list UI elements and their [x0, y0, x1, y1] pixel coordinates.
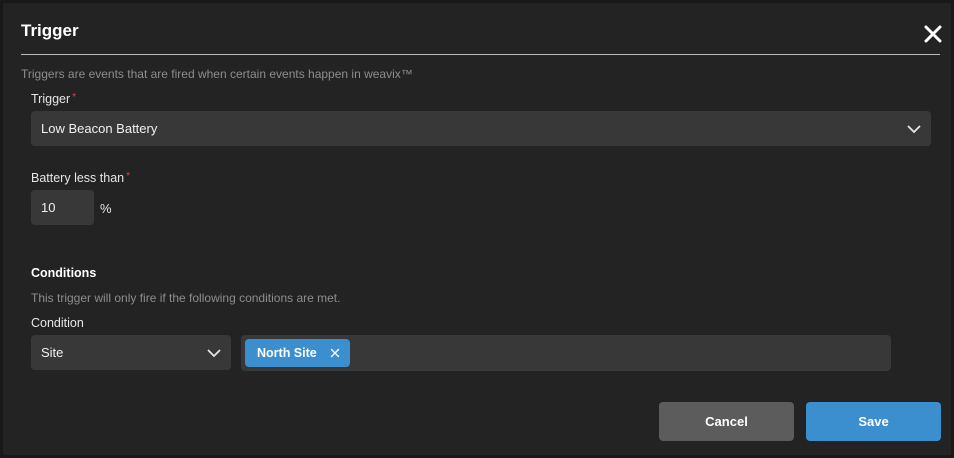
percent-unit: % [100, 201, 112, 216]
chevron-down-icon [907, 124, 921, 133]
required-mark: * [72, 92, 77, 103]
condition-tag: North Site [245, 339, 350, 367]
dialog-title: Trigger [21, 21, 79, 40]
condition-values-input[interactable]: North Site [241, 335, 891, 371]
title-divider [21, 54, 940, 55]
battery-threshold-input[interactable] [31, 190, 94, 225]
conditions-title: Conditions [31, 266, 97, 280]
battery-label-text: Battery less than [31, 171, 125, 185]
condition-label: Condition [31, 316, 84, 330]
remove-tag-icon[interactable] [330, 348, 340, 358]
trigger-dialog: Trigger Triggers are events that are fir… [0, 0, 954, 458]
save-button[interactable]: Save [806, 402, 941, 441]
cancel-button[interactable]: Cancel [659, 402, 794, 441]
battery-label: Battery less than * [31, 171, 130, 185]
close-icon[interactable] [921, 22, 945, 46]
condition-tag-label: North Site [257, 346, 317, 360]
trigger-select[interactable]: Low Beacon Battery [31, 111, 931, 146]
conditions-description: This trigger will only fire if the follo… [31, 291, 341, 305]
required-mark: * [126, 171, 131, 182]
condition-type-select[interactable]: Site [31, 335, 231, 370]
trigger-label: Trigger * [31, 92, 76, 106]
trigger-label-text: Trigger [31, 92, 71, 106]
dialog-subtitle: Triggers are events that are fired when … [21, 67, 413, 81]
chevron-down-icon [207, 348, 221, 357]
condition-type-value: Site [41, 345, 64, 360]
trigger-select-value: Low Beacon Battery [41, 121, 158, 136]
